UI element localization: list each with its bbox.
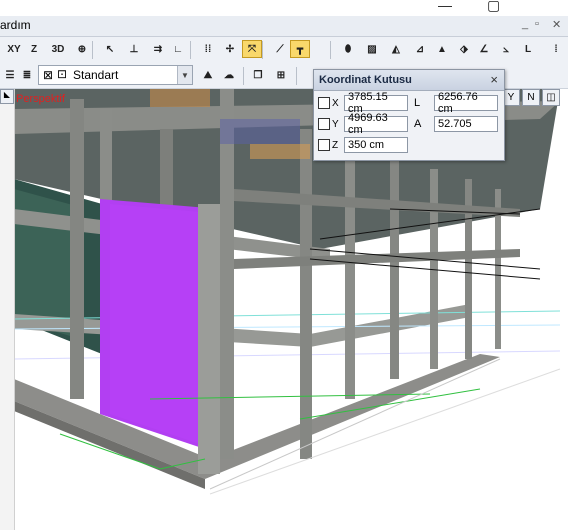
hide-icon: ⊠ (43, 68, 54, 82)
corner-icon[interactable]: ∟ (168, 40, 188, 58)
grid-icon[interactable]: ⁞⁞ (198, 40, 218, 58)
select-icon[interactable]: ↖ (100, 40, 120, 58)
lock-icon: ⊡ (57, 67, 68, 81)
line-icon[interactable]: ⟋ (270, 40, 290, 58)
coord-row-y: Y 4969.63 cm A 52.705 (318, 112, 498, 136)
z-coordinate-input[interactable]: 350 cm (344, 137, 408, 153)
mdi-close-icon[interactable]: ✕ (552, 18, 561, 31)
x-lock-checkbox[interactable] (318, 97, 330, 109)
view-toolbar: Y N ◫ (502, 89, 560, 106)
panel-icon[interactable]: ◫ (542, 89, 560, 106)
x-coordinate-input[interactable]: 3785.15 cm (344, 91, 408, 115)
viewport-label: Perspektif (16, 93, 65, 105)
triangle-icon[interactable]: ◣ (0, 89, 14, 104)
main-toolbar: XY Z 3D ⊕ ↖ ⊥ ⇉ ∟ ⁞⁞ ✢ ⤧ ⟋ ┳ ⬮ ▨ ◭ ⊿ ▲ ⬗ ∠ ⦣ L ⁞ (0, 37, 568, 64)
coordinate-box-panel[interactable]: Koordinat Kutusu × X 3785.15 cm L 6256.7… (313, 69, 505, 161)
style-select[interactable]: ⊠ ⊡ Standart ▼ (38, 65, 193, 85)
stair-icon[interactable]: ⊿ (410, 40, 430, 58)
target-icon[interactable]: ⊕ (72, 40, 92, 58)
view-xy-icon[interactable]: XY (4, 40, 24, 58)
list-icon[interactable]: ≣ (17, 66, 37, 84)
object-icon[interactable]: ⬮ (338, 40, 358, 58)
window-cascade-icon[interactable]: ❐ (248, 66, 268, 84)
x-axis-label: X (332, 97, 339, 109)
angle-label: A (414, 118, 422, 130)
vertical-ruler (0, 89, 15, 530)
angle-input[interactable]: 52.705 (434, 116, 498, 132)
maximize-icon[interactable]: ▢ (487, 0, 500, 14)
y-axis-label: Y (332, 118, 339, 130)
toolbar-separator (330, 41, 331, 59)
snap-icon[interactable]: ✢ (220, 40, 240, 58)
chevron-down-icon[interactable]: ▼ (177, 66, 192, 84)
slab-icon[interactable]: ◭ (386, 40, 406, 58)
axis-active-icon[interactable]: ┳ (290, 40, 310, 58)
column-icon[interactable]: ⊥ (124, 40, 144, 58)
menu-item-help[interactable]: ardım (0, 18, 31, 32)
close-icon[interactable]: × (490, 70, 498, 90)
toolbar-separator (262, 41, 263, 59)
menu-bar: ardım _ ▫ ✕ (0, 16, 568, 37)
render-icon[interactable]: ☁ (219, 66, 239, 84)
wall-icon[interactable]: ▲ (432, 40, 452, 58)
y-lock-checkbox[interactable] (318, 118, 330, 130)
view-3d-icon[interactable]: 3D (48, 40, 68, 58)
pointer-active-icon[interactable]: ⤧ (242, 40, 262, 58)
label-icon[interactable]: ⬗ (454, 40, 474, 58)
minimize-icon[interactable]: — (438, 0, 452, 13)
mdi-minimize-icon[interactable]: _ (522, 18, 528, 30)
toolbar-separator (92, 41, 93, 59)
terrain-icon[interactable]: ⛰ (198, 66, 218, 84)
toolbar-separator (190, 41, 191, 59)
north-icon[interactable]: N (522, 89, 540, 106)
mdi-restore-icon[interactable]: ▫ (535, 18, 539, 30)
coordinate-box-title[interactable]: Koordinat Kutusu × (314, 70, 504, 91)
window-title-bar: — ▢ (0, 0, 568, 16)
view-z-icon[interactable]: Z (24, 40, 44, 58)
coord-row-z: Z 350 cm (318, 136, 408, 154)
measure-icon[interactable]: L (518, 40, 538, 58)
coord-row-x: X 3785.15 cm L 6256.76 cm (318, 91, 498, 115)
z-lock-checkbox[interactable] (318, 139, 330, 151)
y-coordinate-input[interactable]: 4969.63 cm (344, 112, 408, 136)
beam-icon[interactable]: ⇉ (148, 40, 168, 58)
angle-icon[interactable]: ⦣ (496, 40, 516, 58)
z-axis-label: Z (332, 139, 339, 151)
hatch-icon[interactable]: ▨ (362, 40, 382, 58)
more-icon[interactable]: ⁞ (546, 40, 566, 58)
length-input[interactable]: 6256.76 cm (434, 91, 498, 115)
dim-icon[interactable]: ∠ (474, 40, 494, 58)
length-label: L (414, 97, 421, 109)
window-tile-icon[interactable]: ⊞ (271, 66, 291, 84)
